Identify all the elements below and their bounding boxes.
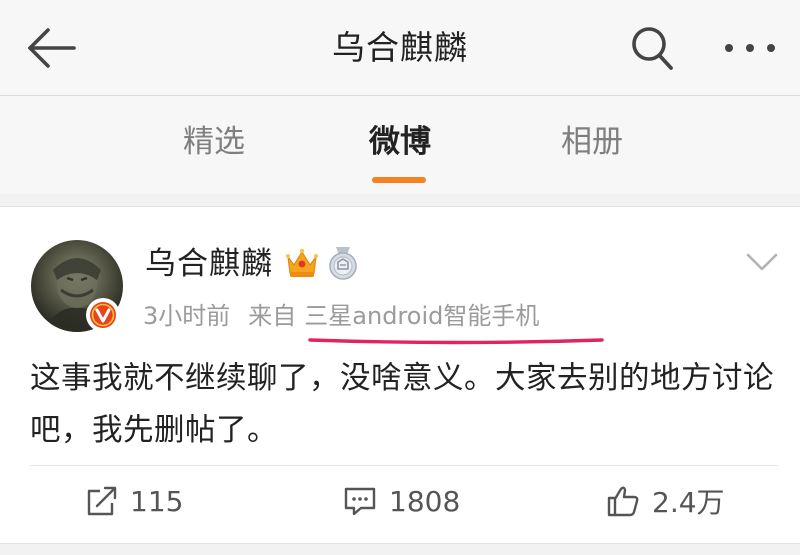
tab-featured[interactable]: 精选	[154, 120, 274, 164]
repost-button[interactable]: 115	[86, 481, 183, 521]
arrow-left-icon	[28, 28, 76, 68]
repost-count: 115	[130, 484, 184, 518]
verified-badge	[86, 298, 120, 332]
like-button[interactable]: 2.4万	[606, 481, 725, 521]
tab-album[interactable]: 相册	[532, 120, 652, 164]
comment-count: 1808	[389, 484, 461, 518]
like-count: 2.4万	[652, 486, 725, 519]
post-card: 乌合麒麟 3小时前 来自 三星android智能手机 这事我就不继续聊了，没啥意义。…	[0, 206, 800, 544]
active-tab-indicator	[372, 177, 426, 183]
post-source-label: 来自	[248, 302, 297, 330]
post-source-device[interactable]: 三星android智能手机	[304, 302, 539, 330]
medal-icon	[329, 247, 357, 280]
crown-icon	[286, 248, 318, 277]
search-button[interactable]	[628, 22, 676, 74]
page-title: 乌合麒麟	[332, 28, 468, 67]
verified-v-icon	[90, 302, 116, 328]
top-nav-bar: 乌合麒麟	[0, 0, 800, 96]
tab-weibo[interactable]: 微博	[340, 120, 460, 164]
post-menu-button[interactable]	[744, 249, 780, 277]
comment-icon	[344, 487, 376, 516]
back-button[interactable]	[22, 22, 78, 74]
post-meta: 3小时前 来自 三星android智能手机	[143, 299, 539, 333]
author-name[interactable]: 乌合麒麟	[145, 243, 273, 285]
thumbs-up-icon	[607, 486, 639, 517]
actions-divider	[30, 465, 778, 466]
profile-tabs: 精选 微博 相册	[0, 96, 800, 194]
post-time: 3小时前	[143, 302, 231, 330]
more-button[interactable]	[720, 22, 780, 74]
post-text: 这事我就不继续聊了，没啥意义。大家去别的地方讨论吧，我先删帖了。	[30, 361, 774, 448]
highlight-underline	[308, 338, 604, 345]
chevron-down-icon	[746, 253, 778, 271]
comment-button[interactable]: 1808	[343, 481, 460, 521]
more-dots-icon	[725, 44, 775, 52]
search-icon	[632, 27, 673, 70]
repost-icon	[87, 486, 117, 516]
